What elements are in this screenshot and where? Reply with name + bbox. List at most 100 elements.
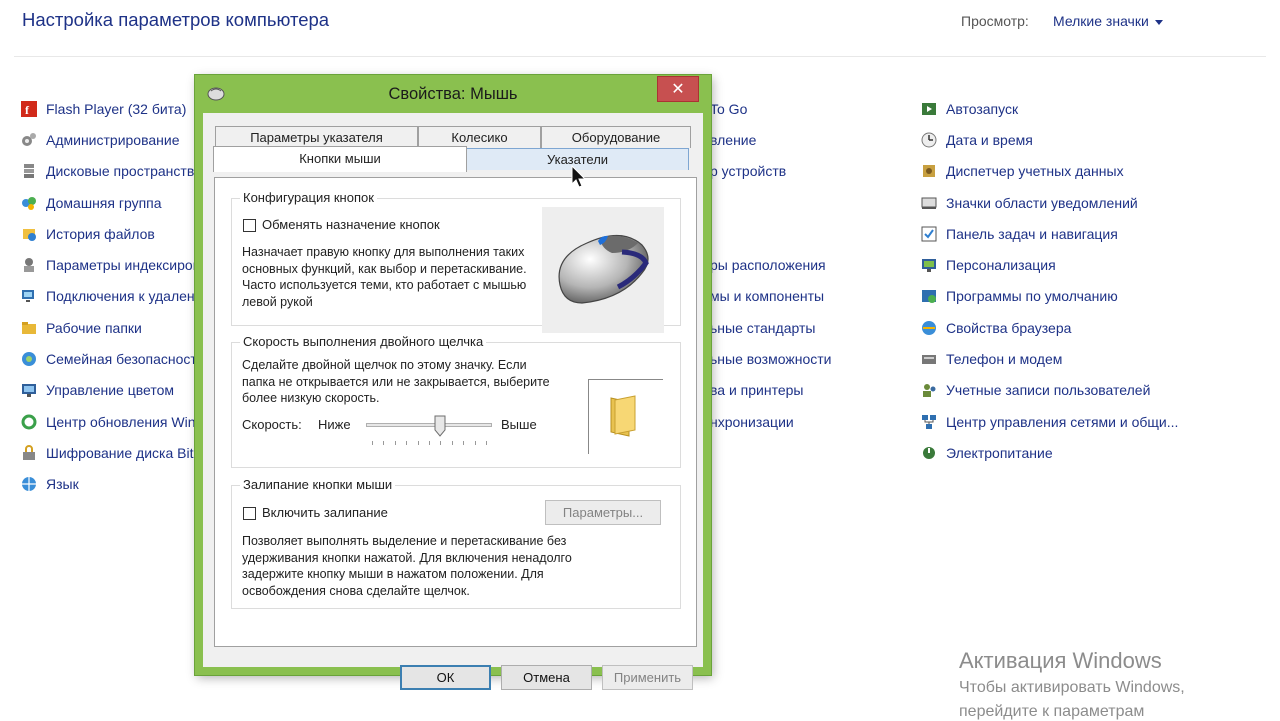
close-icon: ✕ [671, 81, 685, 98]
items-column-1: f Flash Player (32 бита) Администрировани… [20, 93, 196, 500]
cp-item-browser-properties[interactable]: Свойства браузера [920, 312, 1220, 343]
cp-item-file-history[interactable]: История файлов [20, 218, 196, 249]
cp-item-label: Свойства браузера [946, 319, 1072, 336]
swap-buttons-checkbox[interactable] [243, 219, 256, 232]
cp-item-col2[interactable] [710, 187, 910, 218]
user-accounts-icon [920, 381, 938, 399]
bitlocker-icon [20, 444, 38, 462]
family-safety-icon [20, 350, 38, 368]
clicklock-label[interactable]: Включить залипание [262, 505, 388, 520]
tab-label: Оборудование [571, 130, 661, 145]
test-area[interactable] [588, 379, 663, 454]
cp-item-col2[interactable]: мы и компоненты [710, 281, 910, 312]
cp-item-storage-spaces[interactable]: Дисковые пространства [20, 156, 196, 187]
cp-item-homegroup[interactable]: Домашняя группа [20, 187, 196, 218]
cp-item-label: Диспетчер учетных данных [946, 163, 1124, 180]
ok-button[interactable]: ОК [400, 665, 491, 690]
slider-track [366, 423, 492, 427]
cp-item-label: To Go [710, 100, 748, 117]
date-time-icon [920, 131, 938, 149]
cp-item-notification-icons[interactable]: Значки области уведомлений [920, 187, 1220, 218]
work-folders-icon [20, 319, 38, 337]
cancel-button[interactable]: Отмена [501, 665, 592, 690]
slider-tick [372, 441, 373, 445]
cp-item-label: Flash Player (32 бита) [46, 100, 187, 117]
folder-icon [610, 395, 636, 437]
tab-hardware[interactable]: Оборудование [541, 126, 691, 148]
cp-item-label: Значки области уведомлений [946, 194, 1138, 211]
cp-item-network-center[interactable]: Центр управления сетями и общи... [920, 406, 1220, 437]
cp-item-remote-connections[interactable]: Подключения к удаленным [20, 281, 196, 312]
group-title: Конфигурация кнопок [240, 190, 377, 205]
cp-item-language[interactable]: Язык [20, 469, 196, 500]
cp-item-col2[interactable]: нхронизации [710, 406, 910, 437]
cp-item-flash-player[interactable]: f Flash Player (32 бита) [20, 93, 196, 124]
cp-item-date-time[interactable]: Дата и время [920, 124, 1220, 155]
network-center-icon [920, 413, 938, 431]
slider-tick [475, 441, 476, 445]
cp-item-col2[interactable]: р устройств [710, 156, 910, 187]
view-value: Мелкие значки [1053, 13, 1149, 29]
slider-tick [463, 441, 464, 445]
view-dropdown[interactable]: Мелкие значки [1053, 13, 1163, 29]
cp-item-bitlocker[interactable]: Шифрование диска BitLocker [20, 437, 196, 468]
cp-item-col2[interactable]: ьные стандарты [710, 312, 910, 343]
page-title: Настройка параметров компьютера [22, 9, 330, 30]
cp-item-label: Подключения к удаленным [46, 288, 196, 305]
notification-icons-icon [920, 194, 938, 212]
cp-item-family-safety[interactable]: Семейная безопасность [20, 343, 196, 374]
cp-item-label: Центр обновления Windows [46, 413, 196, 430]
cp-item-power-options[interactable]: Электропитание [920, 437, 1220, 468]
group-title: Залипание кнопки мыши [240, 477, 396, 492]
cp-item-personalization[interactable]: Персонализация [920, 249, 1220, 280]
flash-icon: f [20, 100, 38, 118]
tab-label: Кнопки мыши [299, 151, 381, 166]
slider-tick [452, 441, 453, 445]
cp-item-col2[interactable]: вление [710, 124, 910, 155]
cp-item-col2[interactable]: ьные возможности [710, 343, 910, 374]
slider-tick [429, 441, 430, 445]
cp-item-work-folders[interactable]: Рабочие папки [20, 312, 196, 343]
tab-label: Параметры указателя [250, 130, 383, 145]
cp-item-col2[interactable]: To Go [710, 93, 910, 124]
cp-item-label: Дисковые пространства [46, 163, 196, 180]
clicklock-checkbox[interactable] [243, 507, 256, 520]
cp-item-label: Язык [46, 476, 79, 493]
cp-item-default-programs[interactable]: Программы по умолчанию [920, 281, 1220, 312]
cp-item-col2[interactable]: ры расположения [710, 249, 910, 280]
cp-item-label: История файлов [46, 225, 155, 242]
cp-item-phone-modem[interactable]: Телефон и модем [920, 343, 1220, 374]
slider-thumb[interactable] [434, 415, 446, 442]
cp-item-credential-manager[interactable]: Диспетчер учетных данных [920, 156, 1220, 187]
taskbar-icon [920, 225, 938, 243]
tab-wheel[interactable]: Колесико [418, 126, 541, 148]
slider-tick [486, 441, 487, 445]
cp-item-label: Домашняя группа [46, 194, 162, 211]
mouse-cursor-icon [571, 164, 587, 194]
items-column-3: Автозапуск Дата и время Диспетчер учетны… [920, 93, 1220, 469]
double-click-speed-slider[interactable] [366, 415, 492, 449]
close-button[interactable]: ✕ [657, 76, 699, 102]
autoplay-icon [920, 100, 938, 118]
swap-buttons-label[interactable]: Обменять назначение кнопок [262, 217, 440, 232]
cp-item-col2[interactable]: ва и принтеры [710, 375, 910, 406]
cp-item-windows-update[interactable]: Центр обновления Windows [20, 406, 196, 437]
swap-description: Назначает правую кнопку для выполнения т… [242, 245, 527, 309]
language-icon [20, 475, 38, 493]
activation-line-1: Чтобы активировать Windows, [959, 679, 1185, 696]
cp-item-taskbar[interactable]: Панель задач и навигация [920, 218, 1220, 249]
cp-item-user-accounts[interactable]: Учетные записи пользователей [920, 375, 1220, 406]
admin-tools-icon [20, 131, 38, 149]
cp-item-autoplay[interactable]: Автозапуск [920, 93, 1220, 124]
double-click-description: Сделайте двойной щелчок по этому значку.… [242, 358, 550, 405]
cp-item-indexing[interactable]: Параметры индексирования [20, 249, 196, 280]
cp-item-label: Управление цветом [46, 382, 175, 399]
default-programs-icon [920, 287, 938, 305]
tab-pointer-options[interactable]: Параметры указателя [215, 126, 418, 148]
apply-button[interactable]: Применить [602, 665, 693, 690]
tab-buttons[interactable]: Кнопки мыши [213, 146, 467, 172]
cp-item-col2[interactable] [710, 218, 910, 249]
clicklock-settings-button[interactable]: Параметры... [545, 500, 661, 525]
cp-item-admin-tools[interactable]: Администрирование [20, 124, 196, 155]
cp-item-color-management[interactable]: Управление цветом [20, 375, 196, 406]
